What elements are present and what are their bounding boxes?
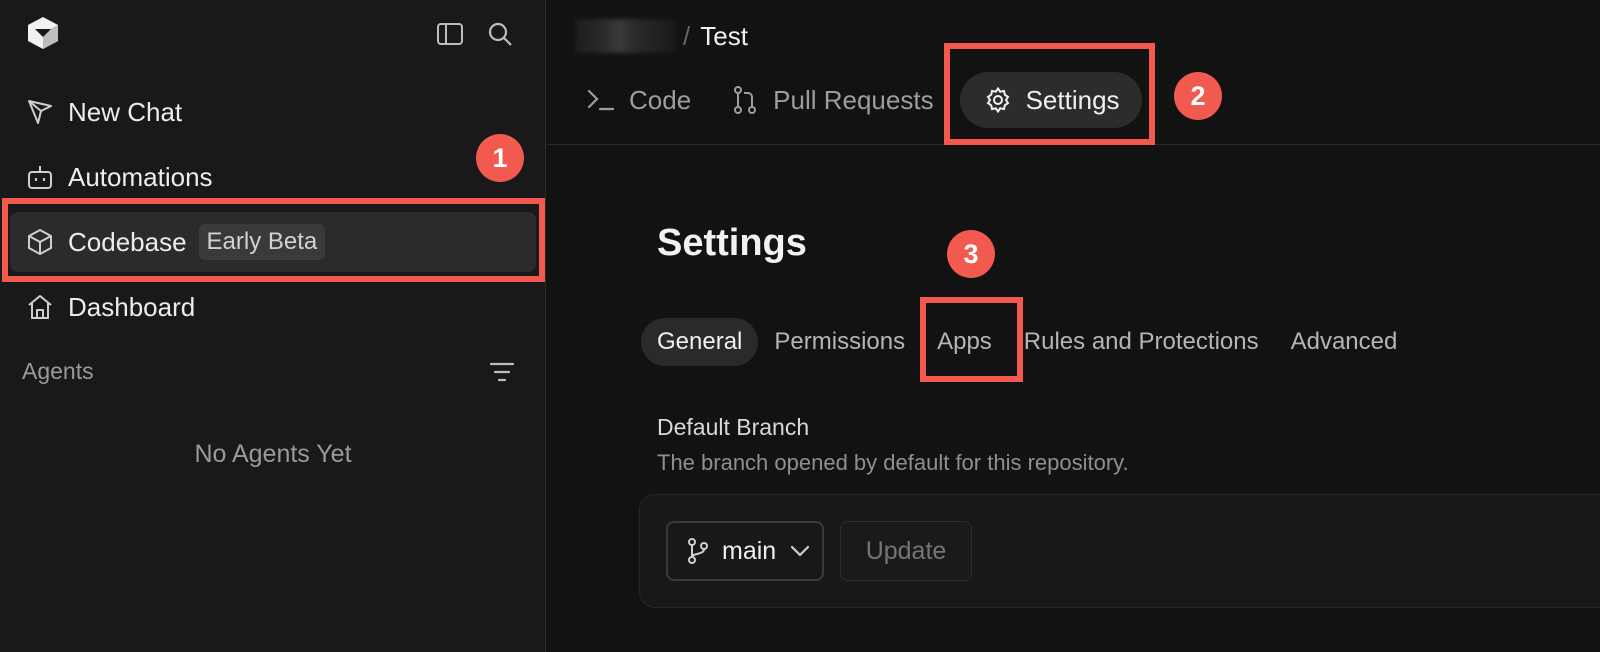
toggle-sidebar-icon[interactable] [434,18,466,50]
settings-subtabs: General Permissions Apps Rules and Prote… [641,318,1413,366]
subtab-apps[interactable]: Apps [921,318,1008,366]
git-branch-icon [684,537,712,565]
send-icon [24,96,56,128]
header-divider [547,144,1600,145]
early-beta-badge: Early Beta [198,224,326,260]
repo-tabs: Code Pull Requests Settings [575,72,1142,128]
cube-icon [24,226,56,258]
home-icon [24,291,56,323]
sidebar-item-new-chat[interactable]: New Chat [10,82,536,142]
subtab-general[interactable]: General [641,318,759,366]
pull-request-icon [729,84,761,116]
sidebar-item-codebase[interactable]: Codebase Early Beta [10,212,536,272]
tab-code[interactable]: Code [575,72,701,128]
sidebar-item-automations[interactable]: Automations [10,147,536,207]
subtab-rules-and-protections[interactable]: Rules and Protections [1008,318,1275,366]
default-branch-description: The branch opened by default for this re… [657,450,1129,475]
default-branch-label: Default Branch [657,414,810,440]
app-window: New Chat Automations Codebase Early Beta [0,0,1600,652]
chevron-down-icon [788,539,812,563]
branch-select-value: main [722,536,777,565]
update-button[interactable]: Update [840,521,972,581]
step-marker-2: 2 [1174,72,1222,120]
no-agents-text: No Agents Yet [194,440,352,468]
subtab-permissions[interactable]: Permissions [758,318,921,366]
sidebar-item-label: Codebase [68,226,187,257]
step-marker-3: 3 [947,230,995,278]
page-title: Settings [657,222,807,264]
main-content: / Test Code Pull Requests Settings Setti… [547,0,1600,652]
agents-section-label: Agents [22,358,94,384]
blurred-workspace-name[interactable] [575,19,675,53]
app-logo-icon [24,14,62,52]
tab-label: Pull Requests [773,84,934,115]
sidebar: New Chat Automations Codebase Early Beta [0,0,546,652]
tab-settings[interactable]: Settings [959,72,1142,128]
tab-pull-requests[interactable]: Pull Requests [719,72,943,128]
breadcrumb: / Test [575,18,748,54]
search-icon[interactable] [484,18,516,50]
tab-label: Code [629,84,692,115]
sidebar-item-label: Dashboard [68,291,196,322]
tab-label: Settings [1025,84,1120,115]
sidebar-item-dashboard[interactable]: Dashboard [10,277,536,337]
repo-title[interactable]: Test [700,21,748,52]
step-marker-1: 1 [476,134,524,182]
branch-select[interactable]: main [666,521,824,581]
filter-icon[interactable] [484,356,520,388]
robot-icon [24,161,56,193]
subtab-advanced[interactable]: Advanced [1275,318,1414,366]
breadcrumb-separator: / [683,20,691,51]
terminal-icon [585,84,617,116]
sidebar-item-label: New Chat [68,96,183,127]
gear-icon [982,84,1014,116]
default-branch-card: main Update [639,494,1600,608]
sidebar-item-label: Automations [68,161,213,192]
